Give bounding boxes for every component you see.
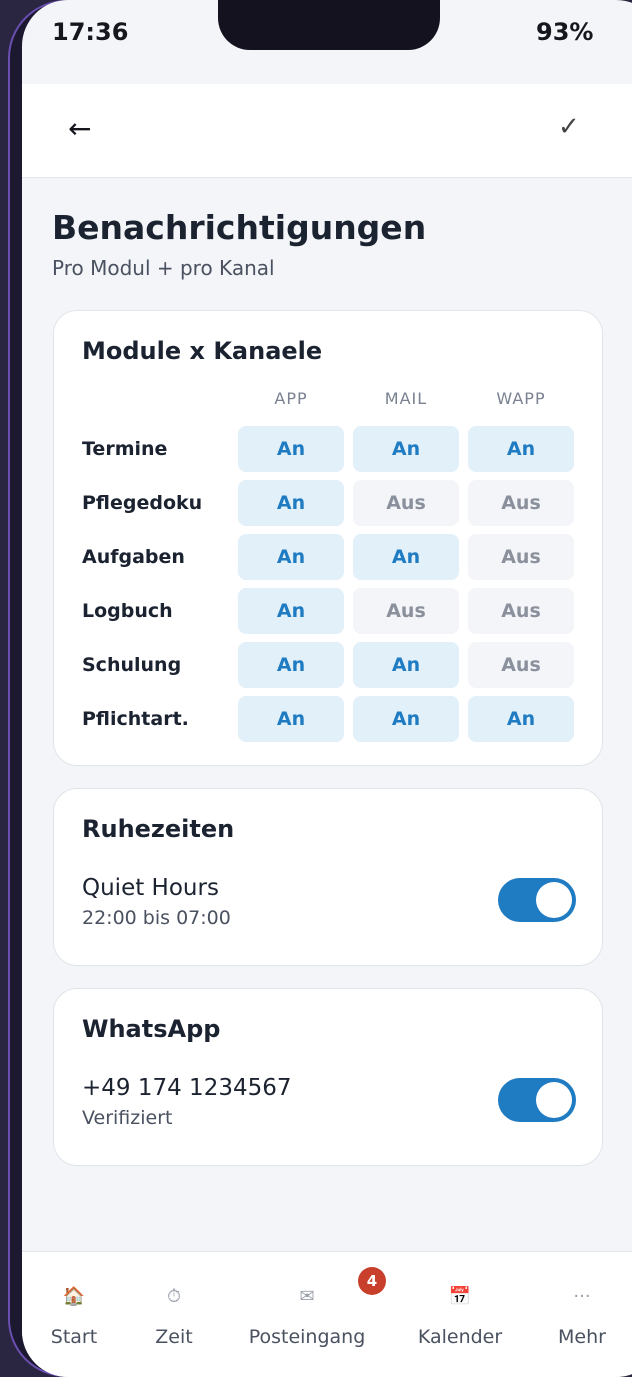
column-header-app: APP — [274, 389, 308, 408]
toggle-cell[interactable]: An — [238, 534, 344, 580]
whatsapp-number: +49 174 1234567 — [82, 1075, 292, 1101]
stopwatch-icon: ⏱ — [166, 1286, 182, 1307]
toggle-cell[interactable]: An — [238, 696, 344, 742]
nav-item-mehr[interactable]: ··· Mehr — [550, 1252, 614, 1377]
card-title: Ruhezeiten — [82, 815, 235, 843]
row-label-pflegedoku: Pflegedoku — [82, 492, 203, 514]
phone-screen: 17:36 93% ← ✓ Benachrichtigungen Pro Mod… — [22, 0, 632, 1377]
toggle-cell[interactable]: Aus — [468, 642, 574, 688]
toggle-cell[interactable]: An — [238, 426, 344, 472]
unread-badge: 4 — [358, 1267, 386, 1295]
toggle-cell[interactable]: Aus — [353, 480, 459, 526]
toggle-cell[interactable]: An — [353, 642, 459, 688]
toggle-cell[interactable]: Aus — [353, 588, 459, 634]
quiet-hours-toggle[interactable] — [498, 878, 576, 922]
toggle-cell[interactable]: Aus — [468, 588, 574, 634]
row-label-logbuch: Logbuch — [82, 600, 173, 622]
toggle-knob — [536, 882, 572, 918]
nav-label: Start — [50, 1326, 98, 1348]
row-label-pflichtart: Pflichtart. — [82, 708, 189, 730]
column-header-wapp: WAPP — [496, 389, 546, 408]
status-bar: 17:36 93% — [22, 0, 632, 84]
top-app-bar: ← ✓ — [22, 84, 632, 178]
quiet-hours-label: Quiet Hours — [82, 875, 219, 901]
toggle-knob — [536, 1082, 572, 1118]
nav-label: Posteingang — [248, 1326, 366, 1348]
checkmark-icon[interactable]: ✓ — [558, 112, 580, 142]
whatsapp-card: WhatsApp +49 174 1234567 Verifiziert — [53, 988, 603, 1166]
whatsapp-status: Verifiziert — [82, 1107, 173, 1129]
quiet-hours-range: 22:00 bis 07:00 — [82, 907, 231, 929]
camera-notch — [218, 0, 440, 50]
toggle-cell[interactable]: An — [353, 696, 459, 742]
module-channel-card: Module x Kanaele APP MAIL WAPP Termine A… — [53, 310, 603, 766]
nav-item-start[interactable]: 🏠 Start — [42, 1252, 106, 1377]
row-label-aufgaben: Aufgaben — [82, 546, 185, 568]
toggle-cell[interactable]: Aus — [468, 480, 574, 526]
toggle-cell[interactable]: An — [468, 696, 574, 742]
toggle-cell[interactable]: An — [238, 642, 344, 688]
nav-label: Mehr — [558, 1326, 606, 1348]
card-title: Module x Kanaele — [82, 337, 323, 365]
nav-item-zeit[interactable]: ⏱ Zeit — [142, 1252, 206, 1377]
toggle-cell[interactable]: An — [353, 426, 459, 472]
card-title: WhatsApp — [82, 1015, 221, 1043]
more-dots-icon: ··· — [573, 1286, 591, 1307]
status-battery: 93% — [536, 18, 594, 46]
row-label-termine: Termine — [82, 438, 168, 460]
toggle-cell[interactable]: Aus — [468, 534, 574, 580]
nav-label: Kalender — [417, 1326, 503, 1348]
quiet-hours-card: Ruhezeiten Quiet Hours 22:00 bis 07:00 — [53, 788, 603, 966]
toggle-cell[interactable]: An — [238, 480, 344, 526]
nav-label: Zeit — [155, 1326, 193, 1348]
toggle-cell[interactable]: An — [353, 534, 459, 580]
nav-item-kalender[interactable]: 📅 Kalender — [412, 1252, 508, 1377]
status-time: 17:36 — [52, 18, 129, 46]
toggle-cell[interactable]: An — [238, 588, 344, 634]
page-title: Benachrichtigungen — [52, 208, 427, 247]
nav-item-posteingang[interactable]: ✉ Posteingang — [242, 1252, 372, 1377]
bottom-navigation: 🏠 Start ⏱ Zeit ✉ Posteingang 📅 Kalender … — [22, 1251, 632, 1377]
toggle-cell[interactable]: An — [468, 426, 574, 472]
whatsapp-toggle[interactable] — [498, 1078, 576, 1122]
page-subtitle: Pro Modul + pro Kanal — [52, 256, 275, 280]
column-header-mail: MAIL — [384, 389, 428, 408]
back-arrow-icon[interactable]: ← — [68, 112, 91, 145]
row-label-schulung: Schulung — [82, 654, 182, 676]
envelope-icon: ✉ — [299, 1286, 315, 1307]
calendar-icon: 📅 — [448, 1286, 472, 1307]
home-icon: 🏠 — [62, 1286, 86, 1307]
